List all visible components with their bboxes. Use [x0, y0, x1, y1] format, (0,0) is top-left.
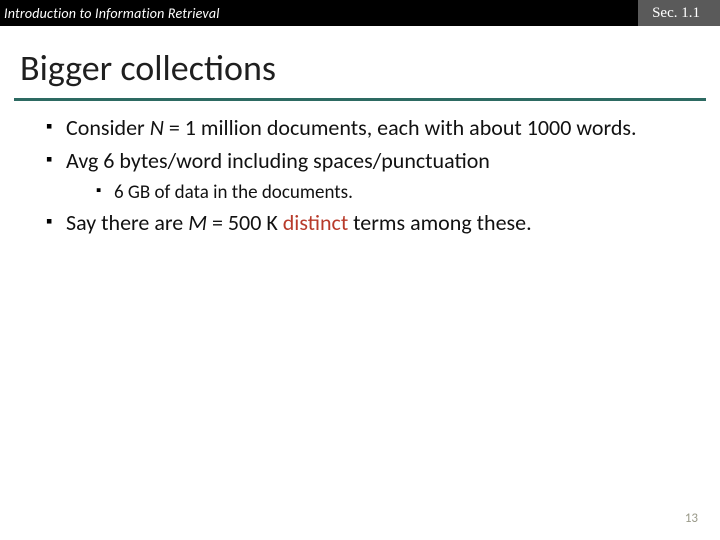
slide-content: Consider N = 1 million documents, each w…	[0, 101, 720, 237]
bullet-list: Consider N = 1 million documents, each w…	[28, 115, 692, 237]
bullet-1: Consider N = 1 million documents, each w…	[46, 115, 692, 142]
bullet-1-post: = 1 million documents, each with about 1…	[164, 114, 637, 141]
header-left: Introduction to Information Retrieval	[0, 5, 220, 22]
bullet-1-pre: Consider	[66, 114, 150, 141]
bullet-3-em: distinct	[283, 209, 348, 236]
bullet-2-sub: 6 GB of data in the documents.	[96, 181, 692, 204]
bullet-2: Avg 6 bytes/word including spaces/punctu…	[46, 148, 692, 204]
header-bar: Introduction to Information Retrieval Se…	[0, 0, 720, 26]
header-section: Sec. 1.1	[638, 0, 720, 26]
bullet-3-post: terms among these.	[348, 209, 531, 236]
page-number: 13	[685, 511, 698, 526]
bullet-3-pre: Say there are	[66, 209, 188, 236]
bullet-2-sublist: 6 GB of data in the documents.	[66, 181, 692, 204]
slide-title: Bigger collections	[0, 26, 720, 98]
bullet-3-mid: = 500 K	[207, 209, 283, 236]
bullet-3-var: M	[188, 209, 207, 236]
bullet-3: Say there are M = 500 K distinct terms a…	[46, 210, 692, 237]
bullet-1-var: N	[150, 114, 164, 141]
bullet-2-text: Avg 6 bytes/word including spaces/punctu…	[66, 147, 490, 174]
bullet-2-sub-text: 6 GB of data in the documents.	[114, 181, 353, 204]
